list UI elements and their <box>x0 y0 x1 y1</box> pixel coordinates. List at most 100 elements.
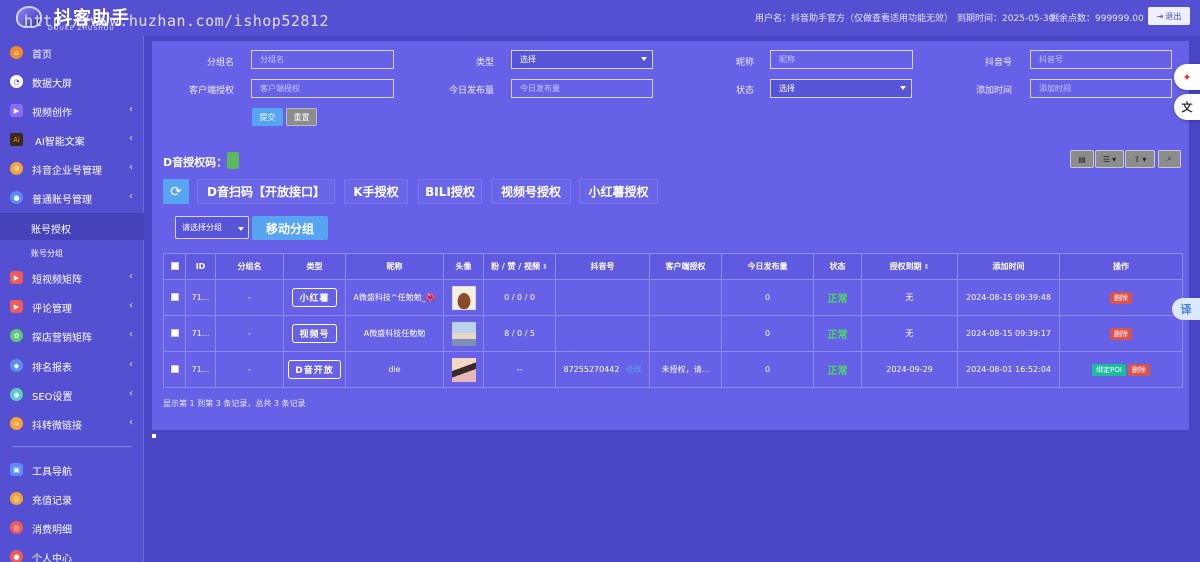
row-checkbox[interactable] <box>170 328 179 337</box>
delete-button[interactable]: 删除 <box>1110 291 1132 304</box>
chevron-left-icon: ‹ <box>129 329 133 340</box>
list-icon: ☰ <box>1102 154 1111 164</box>
avatar <box>451 357 476 382</box>
type-select[interactable]: 选择 <box>511 50 653 69</box>
sidebar-item-comment[interactable]: ▶ 评论管理 ‹ <box>0 292 144 321</box>
col-today-publish[interactable]: 今日发布量 <box>721 253 814 280</box>
sidebar-item-consume[interactable]: ◎ 消费明细 <box>0 513 144 542</box>
delete-button[interactable]: 删除 <box>1127 363 1150 376</box>
search-toggle-button[interactable]: ⌕ <box>1158 150 1181 168</box>
home-icon: ⌂ <box>10 46 23 59</box>
select-all-cell[interactable] <box>163 253 186 280</box>
avatar <box>451 321 476 346</box>
sidebar-item-seo[interactable]: ◉ SEO设置 ‹ <box>0 380 144 409</box>
tab-douyin-scan[interactable]: D音扫码【开放接口】 <box>197 179 335 204</box>
col-id[interactable]: ID <box>185 253 216 280</box>
table-header-row: ID 分组名 类型 昵称 头像 粉 / 赞 / 视频 ⇕ 抖音号 客户端授权 今日… <box>163 253 1183 280</box>
cell-id: 71... <box>185 351 216 388</box>
today-publish-input[interactable]: 今日发布量 <box>511 79 653 98</box>
sidebar-item-short-video-matrix[interactable]: ▶ 短视频矩阵 ‹ <box>0 263 144 292</box>
col-actions: 操作 <box>1059 253 1183 280</box>
tool-icon: ▣ <box>10 463 23 476</box>
points-info: 剩余点数：999999.00 <box>1050 14 1144 24</box>
export-button[interactable]: ⇪ ▾ <box>1125 150 1155 168</box>
client-auth-input[interactable]: 客户端授权 <box>251 79 394 98</box>
auth-code-label: D音授权码： <box>163 156 228 169</box>
columns-button[interactable]: ☰ ▾ <box>1095 150 1124 168</box>
sidebar-item-enterprise[interactable]: ⚙ 抖音企业号管理 ‹ <box>0 154 144 183</box>
select-all-checkbox[interactable] <box>170 261 179 270</box>
edit-link[interactable]: 修改 <box>626 365 642 374</box>
comment-icon: ▶ <box>10 300 23 313</box>
row-select-cell[interactable] <box>163 351 186 388</box>
col-group[interactable]: 分组名 <box>215 253 284 280</box>
sidebar-item-link[interactable]: ∞ 抖转微链接 ‹ <box>0 409 144 438</box>
status-select[interactable]: 选择 <box>770 79 912 98</box>
translate-floating-icon[interactable]: 文 <box>1174 94 1200 120</box>
sidebar-item-ranking[interactable]: ◆ 排名报表 ‹ <box>0 351 144 380</box>
sidebar-item-tools[interactable]: ▣ 工具导航 <box>0 455 144 484</box>
cell-expire: 无 <box>861 315 958 352</box>
tab-kuaishou-auth[interactable]: K手授权 <box>344 179 408 204</box>
sidebar-item-normal-account[interactable]: ● 普通账号管理 ‹ <box>0 183 144 212</box>
sort-icon[interactable]: ⇕ <box>542 263 548 271</box>
tab-video-account-auth[interactable]: 视频号授权 <box>491 179 571 204</box>
sort-icon[interactable]: ⇕ <box>924 263 930 271</box>
submit-button[interactable]: 提交 <box>252 108 283 126</box>
toggle-view-button[interactable]: ▤ <box>1070 150 1094 168</box>
tab-bili-auth[interactable]: BILI授权 <box>418 179 482 204</box>
move-group-button[interactable]: 移动分组 <box>252 216 328 240</box>
pagination-info: 显示第 1 到第 3 条记录，总共 3 条记录 <box>163 399 306 408</box>
group-name-input[interactable]: 分组名 <box>251 50 394 69</box>
col-status[interactable]: 状态 <box>813 253 862 280</box>
col-expire[interactable]: 授权到期 ⇕ <box>861 253 958 280</box>
col-type[interactable]: 类型 <box>283 253 346 280</box>
cell-stats: 0 / 0 / 0 <box>483 279 556 316</box>
cell-actions: 删除 <box>1059 279 1183 316</box>
logout-button[interactable]: ⇥ 退出 <box>1148 7 1190 25</box>
floating-app-icon[interactable]: ✦ <box>1174 64 1200 90</box>
row-checkbox[interactable] <box>170 364 179 373</box>
cell-today-publish: 0 <box>721 279 814 316</box>
cell-group: - <box>215 351 284 388</box>
cell-type: 视频号 <box>283 315 346 352</box>
col-douyin-id[interactable]: 抖音号 <box>555 253 650 280</box>
group-select[interactable]: 请选择分组 <box>175 216 249 239</box>
col-nickname[interactable]: 昵称 <box>345 253 444 280</box>
douyin-id-input[interactable]: 抖音号 <box>1030 50 1172 69</box>
row-select-cell[interactable] <box>163 279 186 316</box>
delete-button[interactable]: 删除 <box>1110 327 1132 340</box>
chevron-left-icon: ‹ <box>129 388 133 399</box>
col-client-auth[interactable]: 客户端授权 <box>649 253 722 280</box>
cell-expire: 无 <box>861 279 958 316</box>
refresh-button[interactable]: ⟳ <box>163 179 189 204</box>
sidebar-subitem-label: 账号分组 <box>31 249 63 258</box>
sidebar-item-label: 探店营销矩阵 <box>32 333 92 344</box>
sidebar-item-shop-matrix[interactable]: ✿ 探店营销矩阵 ‹ <box>0 321 144 350</box>
sidebar-item-ai-copy[interactable]: Ai AI智能文案 ‹ <box>0 125 144 154</box>
tab-xiaohongshu-auth[interactable]: 小红薯授权 <box>579 179 658 204</box>
translate-button[interactable]: 译 <box>1172 298 1200 320</box>
video-matrix-icon: ▶ <box>10 271 23 284</box>
reset-button[interactable]: 重置 <box>286 108 317 126</box>
type-label: 类型 <box>475 58 494 68</box>
sidebar-item-recharge[interactable]: ◎ 充值记录 <box>0 484 144 513</box>
decorative-dot <box>152 434 156 438</box>
row-select-cell[interactable] <box>163 315 186 352</box>
sidebar-subitem-account-auth[interactable]: 账号授权 <box>0 213 144 240</box>
sidebar-divider <box>12 446 132 447</box>
sidebar-item-video-create[interactable]: ▶ 视频创作 ‹ <box>0 96 144 125</box>
sidebar-subitem-label: 账号授权 <box>31 225 71 236</box>
col-stats[interactable]: 粉 / 赞 / 视频 ⇕ <box>483 253 556 280</box>
sidebar-subitem-account-group[interactable]: 账号分组 <box>0 239 144 266</box>
sidebar-item-home[interactable]: ⌂ 首页 <box>0 38 144 67</box>
bind-poi-button[interactable]: 绑定POI <box>1092 363 1126 376</box>
col-added[interactable]: 添加时间 <box>957 253 1060 280</box>
account-icon: ● <box>10 191 23 204</box>
link-icon: ∞ <box>10 417 23 430</box>
row-checkbox[interactable] <box>170 292 179 301</box>
nickname-input[interactable]: 昵称 <box>770 50 913 69</box>
sidebar-item-dashboard[interactable]: ◔ 数据大屏 <box>0 67 144 96</box>
sidebar-item-profile[interactable]: ● 个人中心 <box>0 542 144 562</box>
add-time-input[interactable]: 添加时间 <box>1030 79 1172 98</box>
